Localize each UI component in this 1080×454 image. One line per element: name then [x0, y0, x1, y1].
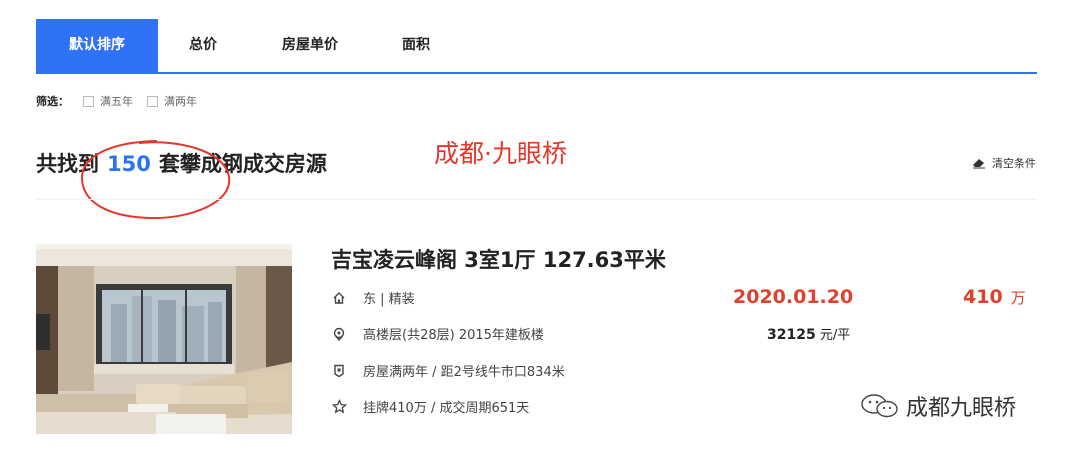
filter-row: 筛选： 满五年 满两年: [36, 92, 211, 110]
living-room-image: [36, 244, 292, 434]
house-icon: [331, 290, 347, 306]
filter-two-years-label: 满两年: [164, 95, 197, 108]
annotation-title: 成都·九眼桥: [434, 139, 567, 168]
listing-photo[interactable]: [36, 244, 292, 434]
tab-total-price[interactable]: 总价: [189, 19, 249, 72]
tab-default-sort[interactable]: 默认排序: [36, 19, 158, 72]
total-price-unit: 万: [1010, 289, 1026, 307]
watermark-text: 成都九眼桥: [906, 396, 1017, 421]
tab-unit-price[interactable]: 房屋单价: [282, 19, 372, 72]
listing-floor-row: 高楼层(共28层) 2015年建板楼: [331, 324, 544, 343]
star-icon: [331, 399, 347, 415]
listing-tags-row: 房屋满两年 / 距2号线牛市口834米: [331, 361, 565, 380]
watermark: 成都九眼桥: [860, 390, 1016, 422]
listing-floor: 高楼层(共28层) 2015年建板楼: [363, 328, 544, 343]
clear-conditions-button[interactable]: 清空条件: [972, 155, 1036, 171]
unit-price: 32125 元/平: [767, 324, 850, 343]
total-price: 410 万: [963, 286, 1026, 308]
checkbox-two-years[interactable]: [147, 95, 158, 107]
eraser-icon: [973, 159, 985, 169]
filter-two-years[interactable]: 满两年: [147, 93, 197, 109]
listing-orientation: 东 | 精装: [363, 292, 415, 307]
listing-orientation-row: 东 | 精装: [331, 288, 415, 307]
listing-title[interactable]: 吉宝凌云峰阁 3室1厅 127.63平米: [331, 244, 666, 274]
filter-five-years[interactable]: 满五年: [83, 93, 133, 109]
total-price-value: 410: [963, 286, 1003, 308]
checkbox-five-years[interactable]: [83, 95, 94, 107]
listing-tags: 房屋满两年 / 距2号线牛市口834米: [363, 365, 565, 380]
tab-area[interactable]: 面积: [402, 19, 462, 72]
sort-tabs: 默认排序 总价 房屋单价 面积: [36, 19, 1037, 74]
divider: [36, 199, 1037, 200]
deal-date: 2020.01.20: [733, 286, 854, 308]
unit-price-suffix: 元/平: [819, 328, 851, 343]
clear-conditions-label: 清空条件: [992, 157, 1036, 170]
wechat-icon: [861, 394, 898, 418]
listing-info-row: 挂牌410万 / 成交周期651天: [331, 397, 529, 416]
annotation-circle: [80, 140, 231, 220]
unit-price-value: 32125: [767, 327, 816, 343]
listing-info: 挂牌410万 / 成交周期651天: [363, 401, 530, 416]
filter-five-years-label: 满五年: [100, 95, 133, 108]
filter-label: 筛选：: [36, 95, 69, 108]
badge-icon: [331, 363, 347, 379]
location-pin-icon: [331, 326, 347, 342]
